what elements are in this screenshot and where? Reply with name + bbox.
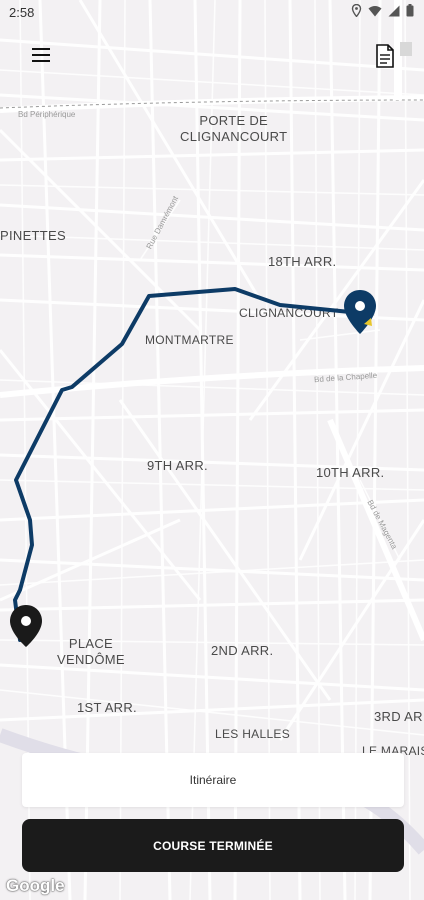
itinerary-button[interactable]: Itinéraire [22,753,404,807]
itinerary-label: Itinéraire [189,773,237,787]
route-line [13,287,352,642]
battery-icon [406,4,414,17]
status-time: 2:58 [9,5,35,20]
course-terminee-button[interactable]: COURSE TERMINÉE [22,819,404,872]
course-terminee-label: COURSE TERMINÉE [153,838,273,853]
menu-button[interactable] [28,42,54,68]
document-icon [376,44,394,68]
google-logo: Google [6,876,65,895]
destination-pin-icon[interactable] [344,290,376,334]
hamburger-menu-icon [32,48,50,62]
wifi-icon [368,5,382,17]
location-icon [351,4,362,17]
origin-pin-icon[interactable] [10,605,42,647]
document-button[interactable] [372,42,398,70]
status-icons [351,4,414,17]
status-bar: 2:58 [0,0,424,26]
signal-icon [388,5,400,17]
